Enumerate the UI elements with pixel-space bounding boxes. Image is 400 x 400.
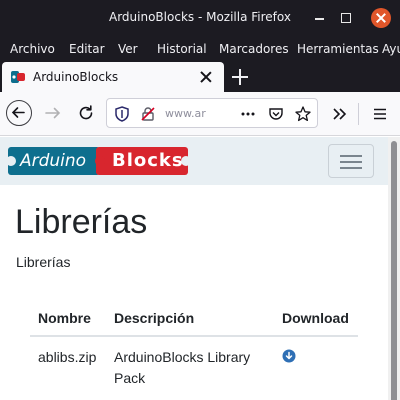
menu-ver[interactable]: Ver [118,42,138,56]
forward-arrow-icon [45,107,61,119]
arduinoblocks-logo[interactable]: Arduino Blocks [6,145,191,177]
toolbar-separator [358,103,359,125]
table-header-divider [30,335,358,337]
minimize-button[interactable] [310,8,330,28]
menu-archivo[interactable]: Archivo [10,42,55,56]
menu-bar: Archivo Editar Ver Historial Marcadores … [0,36,400,62]
pocket-icon[interactable] [267,105,285,123]
column-header-descripcion: Descripción [114,310,195,326]
menu-editar[interactable]: Editar [69,42,105,56]
bookmark-star-icon[interactable] [294,105,312,123]
tab-title: ArduinoBlocks [33,70,119,84]
page-title: Librerías [15,203,148,241]
url-text: www.ar [165,107,206,120]
reload-icon [79,105,93,120]
navbar-toggler-button[interactable] [328,144,374,178]
logo-text-arduino: Arduino [20,151,87,171]
menu-marcadores[interactable]: Marcadores [219,42,289,56]
column-header-nombre: Nombre [38,310,91,326]
menu-herramientas[interactable]: Herramientas [297,42,379,56]
row-name: ablibs.zip [38,349,97,365]
toggler-bar-icon [340,167,362,169]
nav-toolbar: www.ar [0,92,400,136]
site-navbar: Arduino Blocks [0,137,388,185]
overflow-chevrons-icon[interactable] [331,105,349,123]
page-content: Arduino Blocks Librerías Librerías Nombr… [0,137,388,400]
page-scrollbar[interactable] [388,137,400,400]
url-bar[interactable]: www.ar [106,98,318,128]
tab-arduinoblocks[interactable]: ArduinoBlocks [2,62,224,92]
toggler-bar-icon [340,161,362,163]
close-window-button[interactable] [371,8,391,28]
column-header-download: Download [282,310,349,326]
tab-close-icon[interactable] [198,69,214,85]
page-subtitle: Librerías [16,254,71,270]
shield-icon[interactable] [113,105,131,123]
new-tab-button[interactable] [230,67,250,87]
tab-strip: ArduinoBlocks [0,62,400,92]
arduinoblocks-favicon [11,71,25,83]
window-titlebar: ArduinoBlocks - Mozilla Firefox [0,0,400,36]
logo-text-blocks: Blocks [112,150,184,171]
forward-button[interactable] [40,100,66,126]
row-description-line2: Pack [114,370,146,386]
maximize-button[interactable] [336,8,356,28]
menu-historial[interactable]: Historial [157,42,207,56]
back-arrow-icon [11,107,25,118]
more-dots-icon[interactable] [239,105,257,123]
menu-ayuda[interactable]: Ayuda [382,42,400,56]
reload-button[interactable] [73,100,99,126]
scrollbar-thumb[interactable] [391,141,397,400]
hamburger-menu-icon[interactable] [371,105,389,123]
toggler-bar-icon [340,155,362,157]
download-circle-icon[interactable] [282,349,296,363]
insecure-lock-icon[interactable] [139,105,157,123]
back-button[interactable] [6,100,32,126]
row-description-line1: ArduinoBlocks Library [114,349,251,365]
